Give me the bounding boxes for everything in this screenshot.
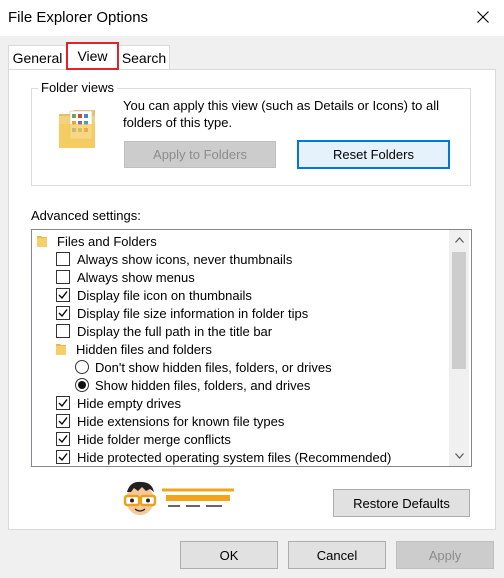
checkbox-checked[interactable] (56, 396, 70, 410)
watermark-logo (123, 481, 234, 515)
setting-label: Display file size information in folder … (77, 305, 309, 321)
tree-folder-hidden-files: Hidden files and folders (56, 340, 212, 358)
setting-always-show-icons[interactable]: Always show icons, never thumbnails (56, 250, 292, 268)
advanced-settings-list[interactable]: Files and Folders Always show icons, nev… (31, 229, 472, 467)
checkbox-checked[interactable] (56, 432, 70, 446)
setting-label: Hide empty drives (77, 395, 182, 411)
checkbox[interactable] (56, 252, 70, 266)
folder-icon (37, 236, 47, 247)
tree-item-label: Files and Folders (57, 233, 157, 249)
chevron-up-icon (454, 237, 464, 243)
tab-search[interactable]: Search (118, 45, 170, 69)
restore-defaults-button[interactable]: Restore Defaults (333, 489, 470, 517)
tree-folder-files-and-folders: Files and Folders (37, 232, 157, 250)
setting-hide-protected-os-files[interactable]: Hide protected operating system files (R… (56, 448, 391, 466)
checkbox-checked[interactable] (56, 450, 70, 464)
close-button[interactable] (468, 2, 498, 32)
folder-views-legend: Folder views (38, 80, 117, 95)
apply-button[interactable]: Apply (396, 541, 494, 569)
reset-folders-button[interactable]: Reset Folders (297, 140, 450, 169)
checkmark-icon (58, 291, 68, 300)
window-title: File Explorer Options (8, 9, 149, 26)
setting-label: Hide folder merge conflicts (77, 431, 231, 447)
checkbox-checked[interactable] (56, 306, 70, 320)
advanced-settings-label: Advanced settings: (31, 208, 141, 223)
setting-label: Hide protected operating system files (R… (77, 449, 392, 465)
folder-views-description: You can apply this view (such as Details… (123, 98, 440, 130)
setting-display-file-icon-on-thumbnails[interactable]: Display file icon on thumbnails (56, 286, 252, 304)
checkmark-icon (58, 399, 68, 408)
checkbox-checked[interactable] (56, 288, 70, 302)
setting-label: Show hidden files, folders, and drives (95, 377, 311, 393)
setting-label: Always show icons, never thumbnails (77, 251, 293, 267)
setting-hide-extensions[interactable]: Hide extensions for known file types (56, 412, 284, 430)
scroll-down-button[interactable] (449, 446, 469, 466)
setting-hide-empty-drives[interactable]: Hide empty drives (56, 394, 181, 412)
ok-button[interactable]: OK (180, 541, 278, 569)
radio-button-selected[interactable] (75, 378, 89, 392)
vertical-scrollbar[interactable] (449, 230, 469, 466)
setting-label: Display file icon on thumbnails (77, 287, 252, 303)
folder-icon (56, 344, 66, 355)
setting-label: Don't show hidden files, folders, or dri… (95, 359, 332, 375)
checkbox[interactable] (56, 324, 70, 338)
setting-display-file-size-info[interactable]: Display file size information in folder … (56, 304, 308, 322)
setting-always-show-menus[interactable]: Always show menus (56, 268, 195, 286)
tab-view[interactable]: View (66, 42, 119, 70)
checkmark-icon (58, 435, 68, 444)
radio-button[interactable] (75, 360, 89, 374)
setting-hide-folder-merge-conflicts[interactable]: Hide folder merge conflicts (56, 430, 231, 448)
tree-item-label: Hidden files and folders (76, 341, 212, 357)
checkmark-icon (58, 309, 68, 318)
scroll-thumb[interactable] (452, 252, 466, 369)
cancel-button[interactable]: Cancel (288, 541, 386, 569)
folder-views-icon (59, 110, 95, 148)
scroll-up-button[interactable] (449, 230, 469, 250)
setting-label: Always show menus (77, 269, 195, 285)
checkbox[interactable] (56, 270, 70, 284)
checkmark-icon (58, 453, 68, 462)
checkbox-checked[interactable] (56, 414, 70, 428)
setting-display-full-path[interactable]: Display the full path in the title bar (56, 322, 272, 340)
tab-general[interactable]: General (8, 45, 67, 69)
radio-show-hidden[interactable]: Show hidden files, folders, and drives (75, 376, 310, 394)
radio-dont-show-hidden[interactable]: Don't show hidden files, folders, or dri… (75, 358, 332, 376)
radio-dot (78, 381, 86, 389)
setting-label: Hide extensions for known file types (77, 413, 285, 429)
chevron-down-icon (454, 453, 464, 459)
checkmark-icon (58, 417, 68, 426)
close-icon (477, 11, 489, 23)
apply-to-folders-button[interactable]: Apply to Folders (124, 141, 276, 168)
setting-label: Display the full path in the title bar (77, 323, 273, 339)
